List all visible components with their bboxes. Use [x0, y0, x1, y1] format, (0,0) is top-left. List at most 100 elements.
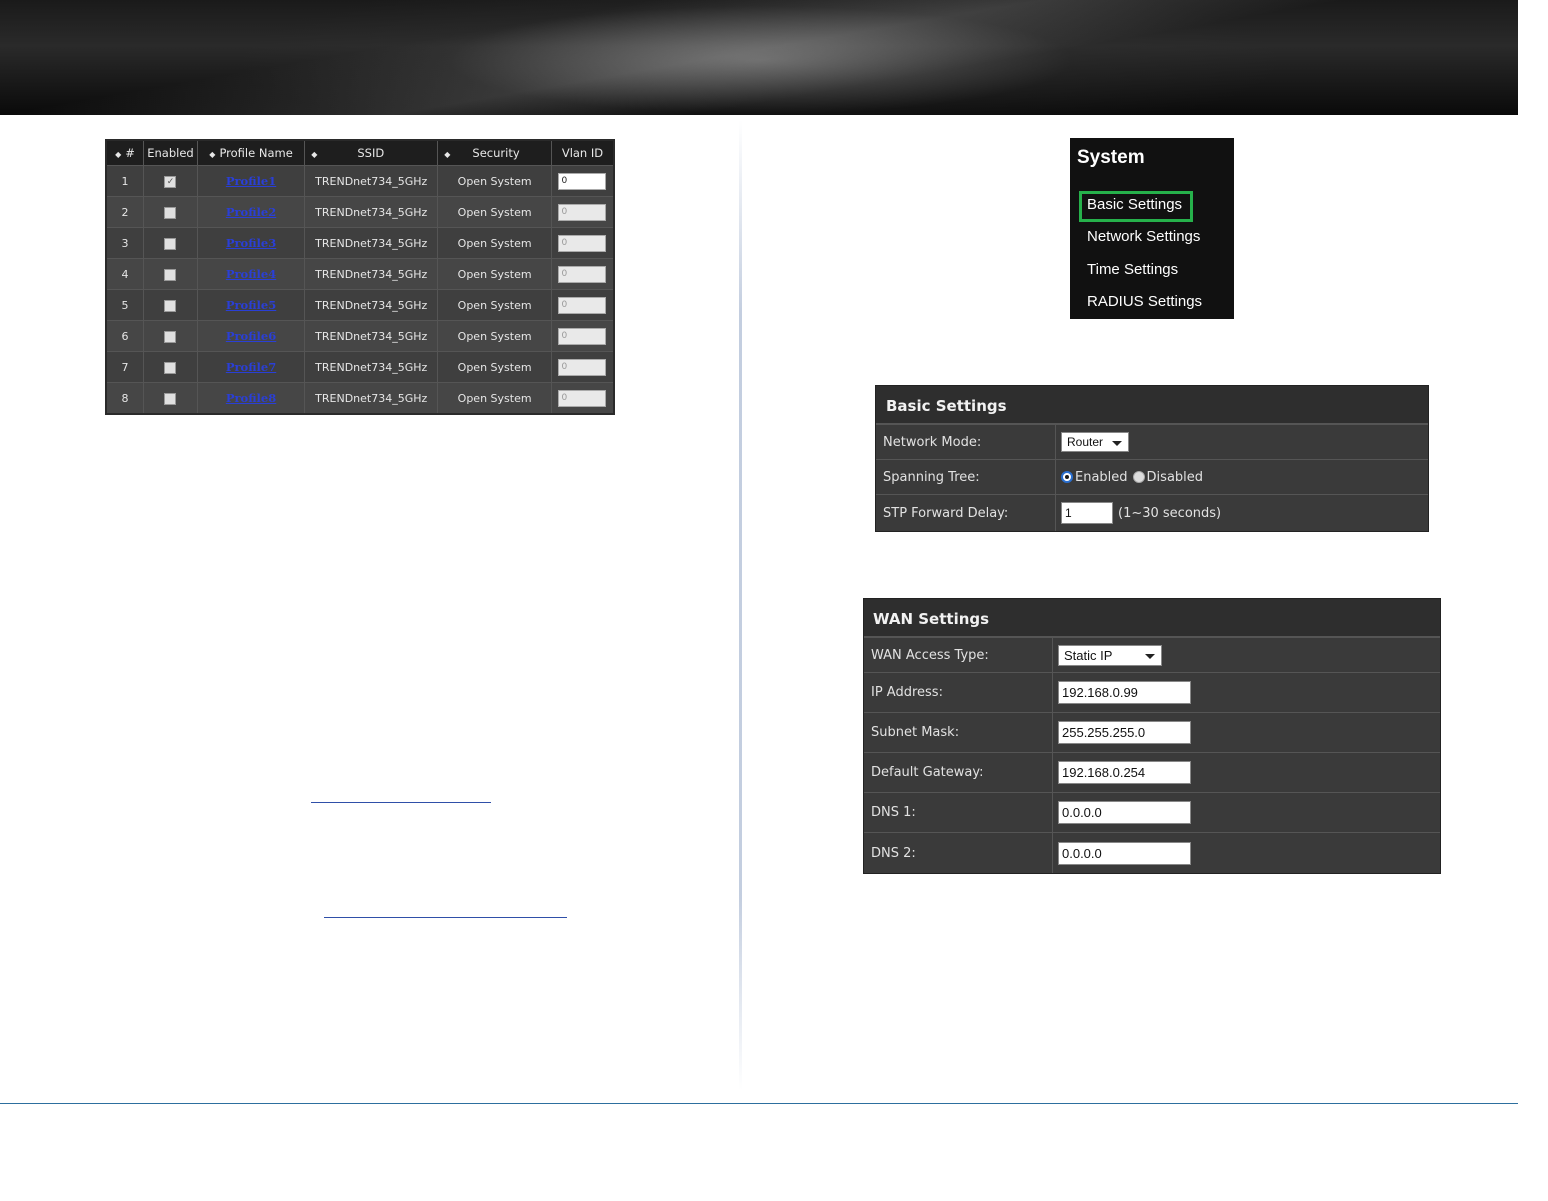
- enabled-cell: [143, 227, 198, 259]
- enabled-cell: [143, 258, 198, 290]
- profile-cell: Profile6: [196, 320, 306, 352]
- security-cell: Open System: [437, 382, 552, 415]
- enabled-cell: ✓: [143, 165, 198, 197]
- profile-link[interactable]: Profile3: [226, 236, 276, 250]
- ssid-cell: TRENDnet734_5GHz: [304, 227, 439, 259]
- profile-link[interactable]: Profile1: [226, 174, 276, 188]
- stp-delay-input[interactable]: 1: [1061, 502, 1113, 524]
- ip-address-input[interactable]: 192.168.0.99: [1058, 681, 1191, 704]
- row-number: 4: [105, 258, 145, 290]
- profile-cell: Profile8: [196, 382, 306, 415]
- wan-access-type-select[interactable]: Static IP: [1058, 644, 1162, 666]
- wan-settings-panel: WAN Settings WAN Access Type: Static IP …: [863, 598, 1441, 874]
- field-label: WAN Access Type:: [864, 638, 1053, 672]
- table-header-row: ◆ # Enabled ◆ Profile Name ◆ SSID ◆ Security…: [105, 139, 615, 166]
- column-header-num[interactable]: ◆ #: [105, 139, 145, 166]
- enabled-checkbox[interactable]: [164, 361, 177, 374]
- menu-item-radius-settings[interactable]: RADIUS Settings: [1087, 293, 1202, 310]
- sort-icon: ◆: [209, 150, 216, 159]
- menu-item-basic-settings[interactable]: Basic Settings: [1087, 196, 1182, 213]
- profile-link[interactable]: Profile7: [226, 360, 276, 374]
- column-header-ssid[interactable]: ◆ SSID: [304, 139, 439, 166]
- ssid-cell: TRENDnet734_5GHz: [304, 258, 439, 290]
- enabled-checkbox[interactable]: [164, 206, 177, 219]
- ssid-cell: TRENDnet734_5GHz: [304, 289, 439, 321]
- footer-rule: [0, 1103, 1518, 1104]
- subnet-mask-input[interactable]: 255.255.255.0: [1058, 721, 1191, 744]
- stp-hint: (1~30 seconds): [1118, 505, 1222, 521]
- menu-item-time-settings[interactable]: Time Settings: [1087, 261, 1178, 278]
- enabled-checkbox[interactable]: [164, 392, 177, 405]
- vlan-id-input[interactable]: 0: [558, 389, 607, 407]
- table-row: 6 Profile6 TRENDnet734_5GHz Open System 0: [105, 320, 615, 352]
- profile-link[interactable]: Profile6: [226, 329, 276, 343]
- profile-link[interactable]: Profile5: [226, 298, 276, 312]
- field-label: STP Forward Delay:: [876, 495, 1056, 531]
- vlan-cell: 0: [550, 227, 615, 259]
- enabled-cell: [143, 320, 198, 352]
- link-underline[interactable]: [324, 917, 567, 918]
- dns1-input[interactable]: 0.0.0.0: [1058, 801, 1191, 824]
- profile-link[interactable]: Profile2: [226, 205, 276, 219]
- field-label: Default Gateway:: [864, 753, 1053, 792]
- enabled-checkbox[interactable]: ✓: [164, 175, 177, 188]
- column-header-profile[interactable]: ◆ Profile Name: [196, 139, 306, 166]
- profile-cell: Profile7: [196, 351, 306, 383]
- profile-link[interactable]: Profile4: [226, 267, 276, 281]
- system-menu: System Basic Settings Network Settings T…: [1070, 138, 1234, 319]
- vlan-id-input[interactable]: 0: [558, 265, 607, 283]
- vlan-id-input[interactable]: 0: [558, 358, 607, 376]
- column-header-vlan: Vlan ID: [550, 139, 615, 166]
- vlan-id-input[interactable]: 0: [558, 296, 607, 314]
- column-header-enabled: Enabled: [143, 139, 198, 166]
- row-number: 2: [105, 196, 145, 228]
- spanning-enabled-radio[interactable]: [1061, 471, 1073, 483]
- header-banner: [0, 0, 1518, 115]
- row-number: 7: [105, 351, 145, 383]
- ssid-cell: TRENDnet734_5GHz: [304, 382, 439, 415]
- wan-access-type-row: WAN Access Type: Static IP: [864, 637, 1440, 672]
- menu-item-network-settings[interactable]: Network Settings: [1087, 228, 1200, 245]
- menu-title: System: [1077, 147, 1145, 168]
- vlan-id-input[interactable]: 0: [558, 172, 607, 190]
- enabled-cell: [143, 351, 198, 383]
- enabled-checkbox[interactable]: [164, 268, 177, 281]
- row-number: 8: [105, 382, 145, 415]
- network-mode-select[interactable]: Router: [1061, 432, 1129, 452]
- ssid-cell: TRENDnet734_5GHz: [304, 351, 439, 383]
- security-cell: Open System: [437, 351, 552, 383]
- vlan-cell: 0: [550, 165, 615, 197]
- field-label: Network Mode:: [876, 425, 1056, 459]
- select-value: Static IP: [1064, 647, 1113, 663]
- profile-link[interactable]: Profile8: [226, 391, 276, 405]
- network-mode-row: Network Mode: Router: [876, 424, 1428, 459]
- dns2-row: DNS 2: 0.0.0.0: [864, 832, 1440, 873]
- security-cell: Open System: [437, 320, 552, 352]
- enabled-cell: [143, 289, 198, 321]
- spanning-disabled-radio[interactable]: [1132, 471, 1145, 483]
- vlan-cell: 0: [550, 320, 615, 352]
- enabled-checkbox[interactable]: [164, 330, 177, 343]
- enabled-checkbox[interactable]: [164, 299, 177, 312]
- vlan-id-input[interactable]: 0: [558, 234, 607, 252]
- stp-delay-row: STP Forward Delay: 1 (1~30 seconds): [876, 494, 1428, 531]
- link-underline[interactable]: [311, 802, 491, 803]
- subnet-mask-row: Subnet Mask: 255.255.255.0: [864, 712, 1440, 752]
- vlan-id-input[interactable]: 0: [558, 203, 607, 221]
- default-gateway-input[interactable]: 192.168.0.254: [1058, 761, 1191, 784]
- vlan-cell: 0: [550, 258, 615, 290]
- sort-icon: ◆: [115, 150, 122, 159]
- vlan-id-input[interactable]: 0: [558, 327, 607, 345]
- table-row: 4 Profile4 TRENDnet734_5GHz Open System 0: [105, 258, 615, 290]
- column-header-security[interactable]: ◆ Security: [437, 139, 552, 166]
- basic-settings-panel: Basic Settings Network Mode: Router Span…: [875, 385, 1429, 532]
- field-label: Spanning Tree:: [876, 460, 1056, 494]
- dns2-input[interactable]: 0.0.0.0: [1058, 841, 1191, 865]
- ssid-cell: TRENDnet734_5GHz: [304, 320, 439, 352]
- ssid-cell: TRENDnet734_5GHz: [304, 196, 439, 228]
- panel-title: WAN Settings: [864, 599, 1440, 637]
- ip-address-row: IP Address: 192.168.0.99: [864, 672, 1440, 712]
- table-row: 1 ✓ Profile1 TRENDnet734_5GHz Open System 0: [105, 165, 615, 197]
- enabled-checkbox[interactable]: [164, 237, 177, 250]
- column-divider: [739, 120, 742, 1090]
